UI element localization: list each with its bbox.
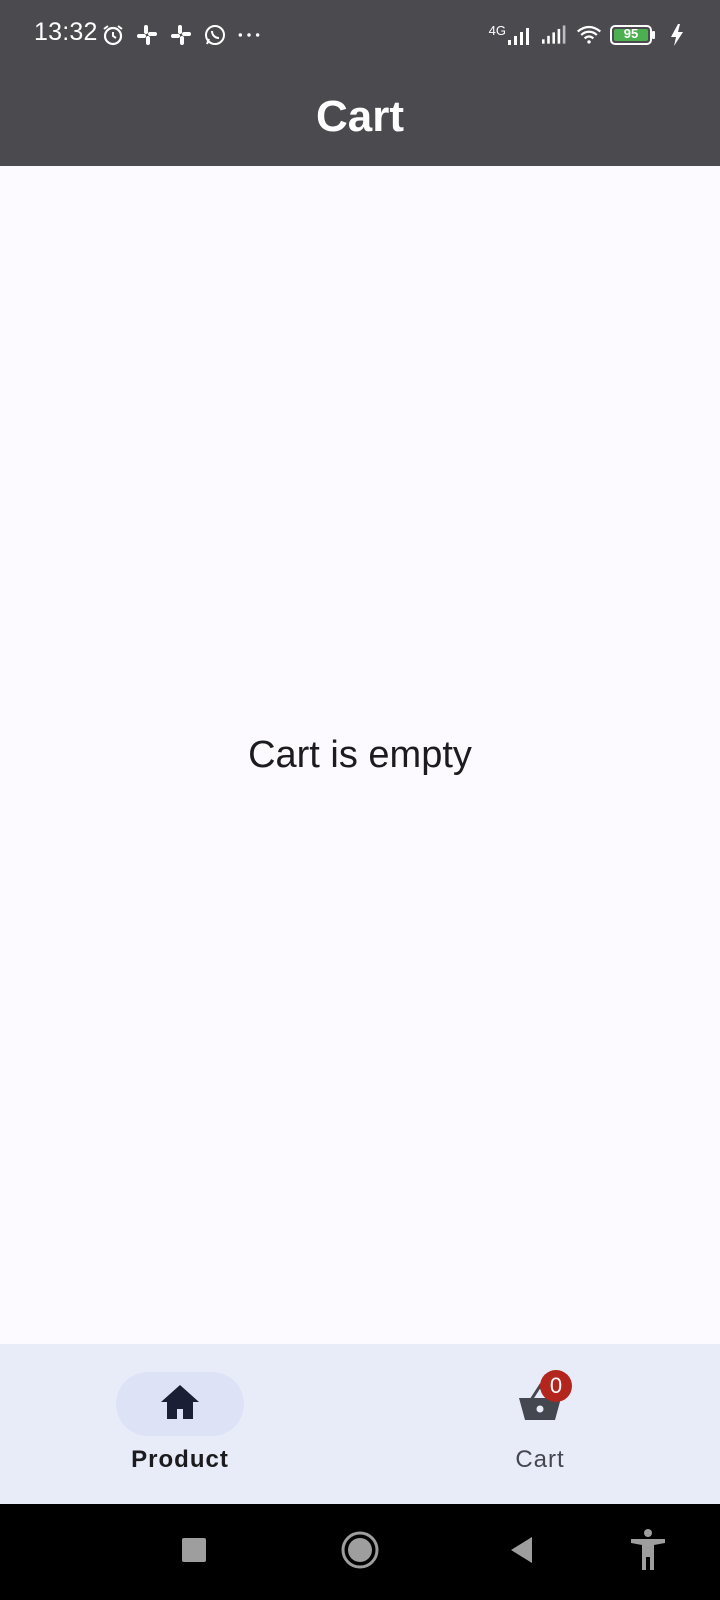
app-bar: Cart (0, 68, 720, 166)
nav-label-product: Product (131, 1446, 229, 1473)
accessibility-icon (628, 1528, 668, 1577)
status-left-icons (100, 20, 262, 50)
home-icon (159, 1383, 201, 1426)
battery-icon: 95 (610, 23, 656, 47)
home-button[interactable] (338, 1530, 382, 1574)
back-button[interactable] (500, 1530, 544, 1574)
network-type-label: 4G (488, 22, 506, 38)
alarm-icon (100, 22, 126, 48)
charging-icon (664, 22, 690, 48)
back-icon (508, 1535, 536, 1570)
nav-label-cart: Cart (515, 1446, 565, 1473)
bottom-navigation: Product 0 Cart (0, 1344, 720, 1504)
home-circle-icon (340, 1530, 380, 1575)
recents-icon (181, 1537, 207, 1568)
page-title: Cart (315, 92, 405, 141)
signal-icon (508, 22, 534, 48)
nav-indicator (116, 1372, 244, 1436)
status-right-icons: 4G 95 (489, 20, 690, 50)
nav-item-product[interactable]: Product (0, 1344, 360, 1504)
cart-content: Cart is empty (0, 166, 720, 1344)
status-bar: 13:32 4G 95 (0, 0, 720, 68)
empty-cart-message: Cart is empty (248, 733, 472, 776)
cart-badge: 0 (540, 1370, 572, 1402)
battery-level: 95 (623, 26, 639, 41)
signal-icon (542, 22, 568, 48)
accessibility-button[interactable] (626, 1528, 670, 1577)
wifi-icon (576, 22, 602, 48)
system-navigation-bar (0, 1504, 720, 1600)
more-icon (236, 22, 262, 48)
whatsapp-icon (202, 22, 228, 48)
slack-icon (134, 22, 160, 48)
recents-button[interactable] (172, 1530, 216, 1574)
nav-item-cart[interactable]: 0 Cart (360, 1344, 720, 1504)
slack-icon (168, 22, 194, 48)
status-time: 13:32 (34, 18, 98, 46)
